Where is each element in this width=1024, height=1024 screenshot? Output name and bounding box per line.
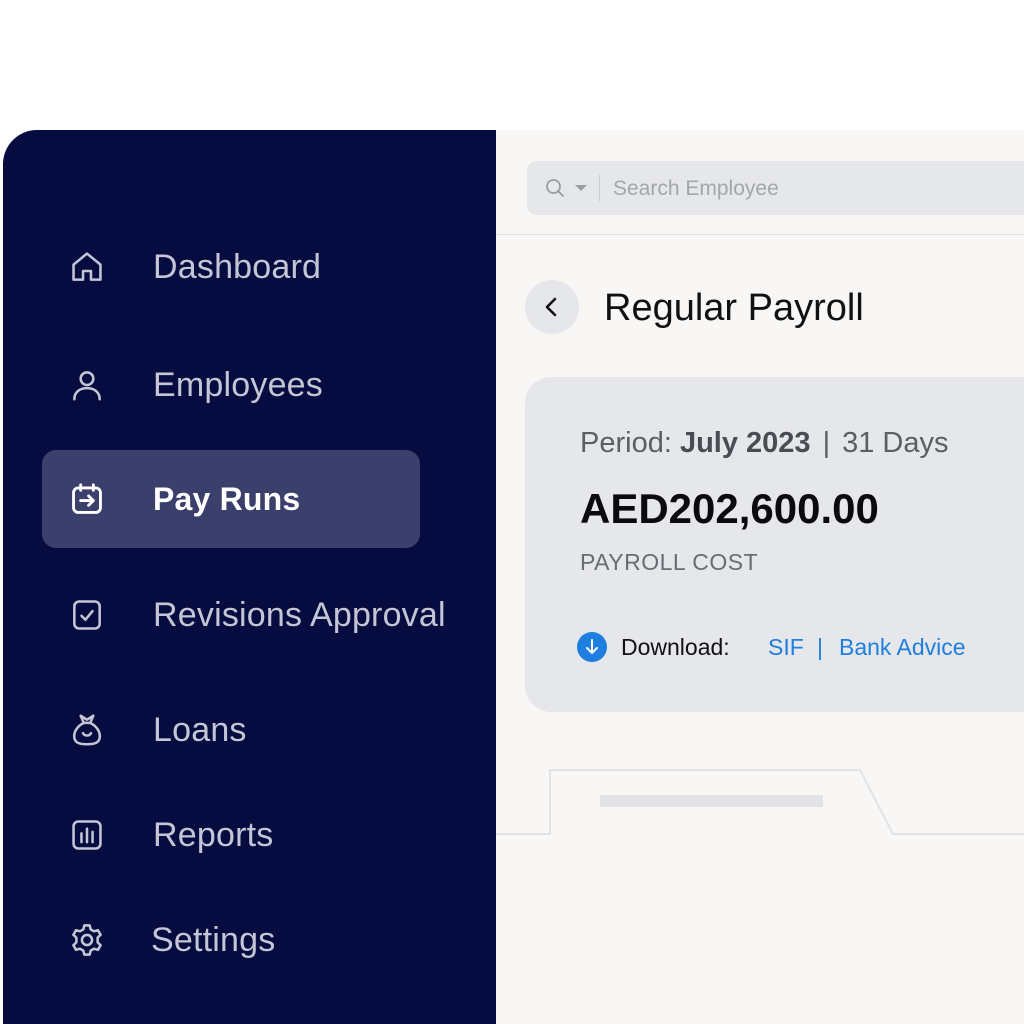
home-icon [68,248,106,286]
app-window: Dashboard Employees Pay Runs Revisions A… [3,130,1024,1024]
sidebar-item-pay-runs[interactable]: Pay Runs [42,450,420,548]
sidebar-item-label: Pay Runs [153,481,301,517]
download-label: Download: [621,634,730,660]
sidebar-item-settings[interactable]: Settings [42,891,420,989]
payroll-summary-card: Period: July 2023 | 31 Days AED202,600.00 … [525,377,1024,712]
sidebar-item-label: Settings [151,921,276,959]
divider [599,175,600,201]
period-line: Period: July 2023 | 31 Days [580,427,949,460]
back-button[interactable] [525,280,579,334]
top-bar [496,130,1024,235]
period-days: 31 Days [842,427,949,459]
bar-chart-icon [68,816,106,854]
search-bar[interactable] [527,161,1024,217]
period-separator: | [822,427,831,459]
period-label: Period: [580,427,672,459]
search-icon[interactable] [543,176,567,200]
sidebar-item-revisions-approval[interactable]: Revisions Approval [42,566,446,664]
sidebar-item-loans[interactable]: Loans [42,681,420,779]
chevron-left-icon [545,297,557,317]
bank-advice-link[interactable]: Bank Advice [839,631,966,663]
sidebar-item-label: Employees [153,366,323,404]
chevron-down-icon[interactable] [575,185,587,191]
sidebar-item-label: Loans [153,711,247,749]
payroll-amount: AED202,600.00 [580,485,879,532]
download-icon [577,632,607,662]
calendar-arrow-icon [68,480,106,518]
sidebar-item-label: Reports [153,816,274,854]
period-value: July 2023 [679,427,811,459]
sidebar-item-employees[interactable]: Employees [42,336,420,434]
sidebar-item-label: Revisions Approval [153,596,446,634]
search-input[interactable] [611,161,1015,217]
sidebar: Dashboard Employees Pay Runs Revisions A… [3,130,496,1024]
link-separator: | [817,634,823,660]
payroll-cost-label: PAYROLL COST [580,549,759,575]
checkbox-icon [68,596,106,634]
page-title: Regular Payroll [604,287,864,329]
sif-link[interactable]: SIF [768,631,804,663]
tab-placeholder-bar [600,795,823,807]
person-icon [68,366,106,404]
sidebar-item-reports[interactable]: Reports [42,786,420,884]
money-bag-icon [68,711,106,749]
gear-icon [68,921,106,959]
main-content: Regular Payroll Period: July 2023 | 31 Day… [496,130,1024,1024]
sidebar-item-label: Dashboard [153,248,322,286]
sidebar-item-dashboard[interactable]: Dashboard [42,218,420,316]
